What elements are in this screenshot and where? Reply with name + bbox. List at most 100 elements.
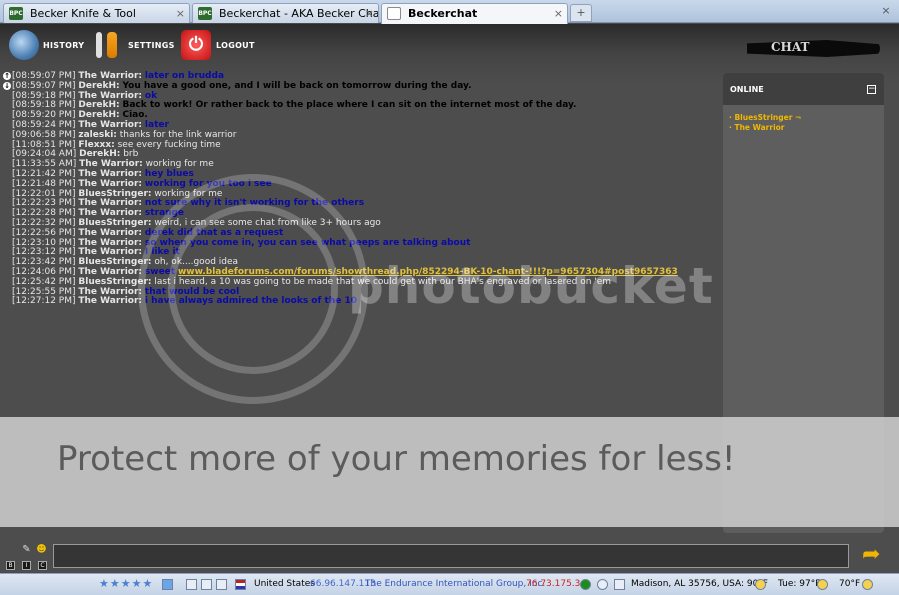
history-label: HISTORY (43, 41, 85, 50)
message-nick[interactable]: The Warrior: (78, 208, 142, 218)
forecast-text: Tue: 97°F (778, 579, 821, 589)
new-tab-button[interactable]: + (570, 4, 592, 22)
us-flag-icon (235, 579, 246, 590)
message-text: Back to work! Or rather back to the plac… (122, 100, 577, 111)
message-nick[interactable]: The Warrior: (78, 91, 142, 101)
history-button[interactable]: HISTORY (9, 30, 89, 62)
weather-text: Madison, AL 35756, USA: 90°F (631, 579, 768, 589)
message-timestamp: [08:59:18 PM] (12, 90, 76, 101)
bpc-favicon-icon: BPC (9, 7, 23, 20)
message-text: brb (123, 149, 139, 160)
message-nick[interactable]: Flexxx: (78, 140, 114, 150)
message-timestamp: [08:59:07 PM] (12, 71, 76, 81)
message-timestamp: [12:22:32 PM] (12, 217, 76, 228)
grid-icon[interactable] (186, 579, 197, 590)
message-timestamp: [08:59:18 PM] (12, 100, 76, 111)
message-nick[interactable]: BluesStringer: (78, 189, 151, 199)
power-icon: ⏻ (181, 30, 211, 60)
tab-close-icon[interactable]: × (554, 7, 563, 20)
message-nick[interactable]: The Warrior: (78, 228, 142, 238)
bpc-favicon-icon: BPC (198, 7, 212, 20)
message-nick[interactable]: DerekH: (78, 100, 119, 110)
message-nick[interactable]: The Warrior: (78, 120, 142, 130)
message-timestamp: [12:25:42 PM] (12, 276, 76, 287)
message-timestamp: [09:06:58 PM] (12, 129, 76, 140)
message-nick[interactable]: The Warrior: (79, 159, 143, 169)
message-nick[interactable]: BluesStringer: (78, 218, 151, 228)
italic-button[interactable]: I (22, 561, 31, 570)
send-arrow-icon[interactable]: ➦ (862, 544, 886, 566)
message-nick[interactable]: zaleski: (78, 130, 117, 140)
smiley-icon[interactable]: ☻ (36, 544, 47, 555)
message-timestamp: [08:59:20 PM] (12, 110, 76, 121)
tab-becker-knife-tool[interactable]: BPC Becker Knife & Tool × (3, 3, 190, 23)
status-icon (580, 579, 591, 590)
temperature-text: 70°F (839, 579, 861, 589)
message-nick[interactable]: The Warrior: (78, 238, 142, 248)
message-nick[interactable]: The Warrior: (78, 179, 142, 189)
message-timestamp: [11:33:55 AM] (12, 159, 77, 170)
chat-page: HISTORY SETTINGS ⏻ LOGOUT CHAT ↑ [08:59:0… (0, 24, 899, 572)
chat-input-area: ✎ ☻ B I C ➦ (0, 537, 899, 572)
message-text: thanks for the link warrior (119, 129, 237, 140)
message-timestamp: [08:59:24 PM] (12, 119, 76, 130)
message-nick[interactable]: The Warrior: (78, 247, 142, 257)
message-nick[interactable]: The Warrior: (78, 71, 142, 81)
font-icon[interactable]: ✎ (21, 544, 32, 555)
settings-label: SETTINGS (128, 41, 175, 50)
message-timestamp: [12:21:42 PM] (12, 168, 76, 179)
rating-stars: ★★★★★ (99, 577, 154, 590)
message-timestamp: [12:24:06 PM] (12, 266, 76, 277)
message-timestamp: [12:22:01 PM] (12, 188, 76, 199)
message-nick[interactable]: The Warrior: (78, 287, 142, 297)
tab-close-icon[interactable]: × (365, 7, 374, 20)
message-timestamp: [12:23:10 PM] (12, 237, 76, 248)
logo-text: CHAT (771, 40, 810, 54)
chat-toolbar: HISTORY SETTINGS ⏻ LOGOUT CHAT (0, 24, 899, 70)
message-text: Ciao. (122, 110, 148, 121)
online-title: ONLINE (730, 85, 764, 94)
message-text: working for me (145, 159, 214, 170)
message-timestamp: [08:59:07 PM] (12, 80, 76, 91)
online-user[interactable]: · The Warrior (729, 123, 785, 132)
message-timestamp: [12:23:42 PM] (12, 257, 76, 268)
message-nick[interactable]: The Warrior: (78, 296, 142, 306)
message-nick[interactable]: The Warrior: (78, 198, 142, 208)
scroll-down-icon[interactable]: ↓ (3, 81, 11, 90)
message-nick[interactable]: The Warrior: (78, 267, 142, 277)
image-icon[interactable] (216, 579, 227, 590)
ip-address-2[interactable]: 76.73.175.34 (526, 579, 586, 589)
tab-beckerchat-aka[interactable]: BPC Beckerchat - AKA Becker Chatroom × (192, 3, 379, 23)
chat-message-input[interactable] (53, 544, 849, 568)
bold-button[interactable]: B (6, 561, 15, 570)
country-text: United States (254, 579, 315, 589)
message-text: You have a good one, and I will be back … (122, 80, 472, 91)
collapse-icon[interactable]: − (867, 85, 876, 94)
browser-tab-strip: BPC Becker Knife & Tool × BPC Beckerchat… (0, 0, 899, 24)
history-user-icon (9, 30, 39, 60)
banner-text: Protect more of your memories for less! (57, 439, 736, 479)
lock-icon[interactable] (201, 579, 212, 590)
settings-button[interactable]: SETTINGS (93, 30, 178, 62)
scroll-up-icon[interactable]: ↑ (3, 72, 11, 80)
message-timestamp: [12:21:48 PM] (12, 178, 76, 189)
message-nick[interactable]: DerekH: (78, 110, 119, 120)
logout-button[interactable]: ⏻ LOGOUT (181, 30, 261, 62)
browser-status-bar: ★★★★★ United States 66.96.147.113 The En… (0, 573, 899, 595)
color-button[interactable]: C (38, 561, 47, 570)
message-timestamp: [12:25:55 PM] (12, 286, 76, 297)
tab-close-icon[interactable]: × (176, 7, 185, 20)
tab-beckerchat[interactable]: Beckerchat × (381, 3, 568, 24)
message-nick[interactable]: DerekH: (79, 149, 120, 159)
message-nick[interactable]: DerekH: (78, 81, 119, 91)
pin-icon[interactable] (162, 579, 173, 590)
isp-name[interactable]: The Endurance International Group, Inc. (365, 579, 545, 589)
message-nick[interactable]: The Warrior: (78, 169, 142, 179)
calendar-icon (614, 579, 625, 590)
message-timestamp: [12:27:12 PM] (12, 296, 76, 307)
online-user[interactable]: · BluesStringer ¬ (729, 113, 801, 122)
message-timestamp: [12:22:56 PM] (12, 227, 76, 238)
window-close-icon[interactable]: × (879, 4, 893, 18)
watermark-ring-icon (168, 204, 338, 374)
message-timestamp: [12:23:12 PM] (12, 247, 76, 258)
